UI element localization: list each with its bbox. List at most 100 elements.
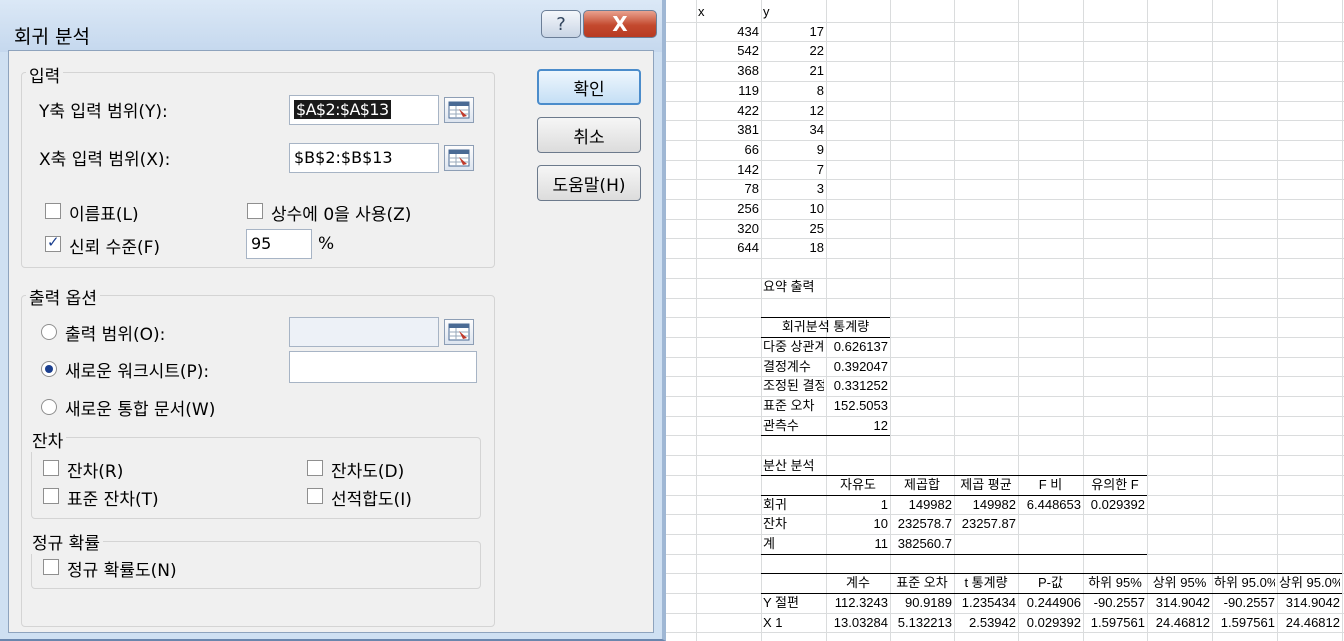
- anova-value-cell: 6.448653: [1026, 497, 1081, 512]
- constant-zero-checkbox[interactable]: [247, 203, 263, 219]
- help-icon[interactable]: ?: [541, 10, 581, 38]
- x-value-cell: 66: [744, 142, 759, 157]
- help-button[interactable]: 도움말(H): [537, 165, 641, 201]
- percent-sign: %: [318, 234, 335, 254]
- x-range-label: X축 입력 범위(X):: [39, 150, 171, 170]
- output-range-collapse-button[interactable]: [444, 319, 474, 345]
- output-range-input[interactable]: [289, 317, 439, 347]
- close-icon[interactable]: X: [583, 10, 657, 38]
- x-value-cell: 142: [737, 162, 759, 177]
- grid-row-line: [666, 298, 1344, 299]
- output-range-label: 출력 범위(O):: [65, 325, 166, 345]
- y-range-collapse-button[interactable]: [444, 97, 474, 123]
- dialog-body: 입력 Y축 입력 범위(Y): $A$2:$A$13 X축 입력 범위(X): …: [8, 50, 654, 633]
- anova-row-label-cell: 회귀: [763, 497, 787, 512]
- coef-header-cell: P-값: [1038, 575, 1063, 590]
- coef-value-cell: 112.3243: [834, 595, 888, 610]
- y-value-cell: 22: [809, 43, 824, 58]
- x-range-input[interactable]: $B$2:$B$13: [289, 143, 439, 173]
- new-worksheet-input[interactable]: [289, 351, 477, 383]
- coef-header-cell: 표준 오차: [896, 575, 948, 590]
- reg-stat-value-cell: 0.626137: [833, 339, 888, 354]
- cancel-button[interactable]: 취소: [537, 117, 641, 153]
- standardized-residuals-label: 표준 잔차(T): [67, 490, 159, 510]
- reg-stat-label-cell: 다중 상관계수: [763, 339, 824, 354]
- ok-button[interactable]: 확인: [537, 69, 641, 105]
- x-value-cell: 368: [737, 63, 759, 78]
- coef-header-cell: 하위 95.0%: [1214, 575, 1275, 590]
- grid-column-line: [1277, 0, 1278, 641]
- x-value-cell: 644: [737, 240, 759, 255]
- anova-value-cell: 0.029392: [1090, 497, 1145, 512]
- new-workbook-radio[interactable]: [41, 399, 57, 415]
- anova-value-cell: 149982: [972, 497, 1016, 512]
- residual-plots-label: 잔차도(D): [331, 462, 405, 482]
- residuals-group-legend: 잔차: [29, 427, 67, 452]
- anova-header-cell: F 비: [1038, 477, 1063, 492]
- x-value-cell: 119: [738, 83, 759, 98]
- y-value-cell: 7: [816, 162, 824, 177]
- coef-header-cell: 하위 95%: [1088, 575, 1142, 590]
- y-value-cell: 17: [809, 24, 824, 39]
- coef-value-cell: 0.029392: [1026, 615, 1081, 630]
- coef-value-cell: 1.597561: [1090, 615, 1145, 630]
- line-fit-plots-checkbox[interactable]: [307, 488, 323, 504]
- range-select-icon: [448, 101, 470, 119]
- dialog-titlebar[interactable]: 회귀 분석 ? X: [0, 0, 662, 52]
- confidence-checkbox[interactable]: [45, 233, 61, 252]
- table-rule: [761, 554, 1147, 555]
- residuals-label: 잔차(R): [67, 462, 124, 482]
- coef-header-cell: t 통계량: [964, 575, 1008, 590]
- worksheet[interactable]: x y 434 17 542 22 368 21 119 8 422 12 381 34 66 9 142 7…: [666, 0, 1344, 641]
- output-range-radio[interactable]: [41, 324, 57, 340]
- reg-stats-header-cell: 회귀분석 통계량: [781, 319, 870, 334]
- anova-value-cell: 23257.87: [961, 516, 1016, 531]
- range-select-icon: [448, 149, 470, 167]
- anova-value-cell: 1: [880, 497, 888, 512]
- reg-stat-value-cell: 0.331252: [833, 378, 888, 393]
- anova-value-cell: 382560.7: [897, 536, 952, 551]
- x-value-cell: 434: [737, 24, 759, 39]
- coef-value-cell: 2.53942: [969, 615, 1016, 630]
- residual-plots-checkbox[interactable]: [307, 460, 323, 476]
- coef-value-cell: 1.597561: [1220, 615, 1275, 630]
- coef-header-cell: [763, 573, 824, 593]
- dialog-title: 회귀 분석: [14, 26, 90, 48]
- y-value-cell: 21: [809, 63, 824, 78]
- anova-header-cell: 자유도: [840, 477, 876, 492]
- coef-value-cell: 314.9042: [1285, 595, 1340, 610]
- grid-column-line: [954, 0, 955, 641]
- grid-column-line: [1342, 0, 1343, 641]
- reg-stat-value-cell: 0.392047: [833, 359, 888, 374]
- coef-value-cell: 24.46812: [1155, 615, 1210, 630]
- constant-zero-checkbox-label: 상수에 0을 사용(Z): [271, 205, 412, 225]
- normal-probability-label: 정규 확률도(N): [67, 561, 177, 581]
- grid-column-line: [1147, 0, 1148, 641]
- column-header-x: x: [698, 4, 705, 19]
- x-value-cell: 542: [737, 43, 759, 58]
- standardized-residuals-checkbox[interactable]: [43, 488, 59, 504]
- input-group-legend: 입력: [26, 62, 64, 87]
- coef-header-cell: 계수: [846, 575, 870, 590]
- x-range-collapse-button[interactable]: [444, 145, 474, 171]
- normal-probability-legend: 정규 확률: [29, 529, 103, 554]
- regression-dialog: 회귀 분석 ? X 입력 Y축 입력 범위(Y): $A$2:$A$13 X축 …: [0, 0, 666, 641]
- anova-value-cell: [956, 534, 1016, 554]
- coef-value-cell: 314.9042: [1155, 595, 1210, 610]
- anova-title: 분산 분석: [763, 458, 815, 473]
- normal-probability-checkbox[interactable]: [43, 559, 59, 575]
- reg-stat-label-cell: 관측수: [763, 418, 799, 433]
- coef-value-cell: 0.244906: [1026, 595, 1081, 610]
- confidence-level-input[interactable]: 95: [246, 229, 312, 259]
- y-range-input[interactable]: $A$2:$A$13: [289, 95, 439, 125]
- labels-checkbox[interactable]: [45, 203, 61, 219]
- range-select-icon: [448, 323, 470, 341]
- x-value-cell: 422: [737, 103, 759, 118]
- anova-header-cell: 제곱합: [904, 477, 940, 492]
- x-value-cell: 320: [737, 221, 759, 236]
- coef-header-cell: 상위 95%: [1152, 575, 1207, 590]
- grid-column-line: [696, 0, 697, 641]
- new-worksheet-radio[interactable]: [41, 361, 57, 377]
- residuals-checkbox[interactable]: [43, 460, 59, 476]
- coef-header-cell: 상위 95.0%: [1279, 575, 1340, 590]
